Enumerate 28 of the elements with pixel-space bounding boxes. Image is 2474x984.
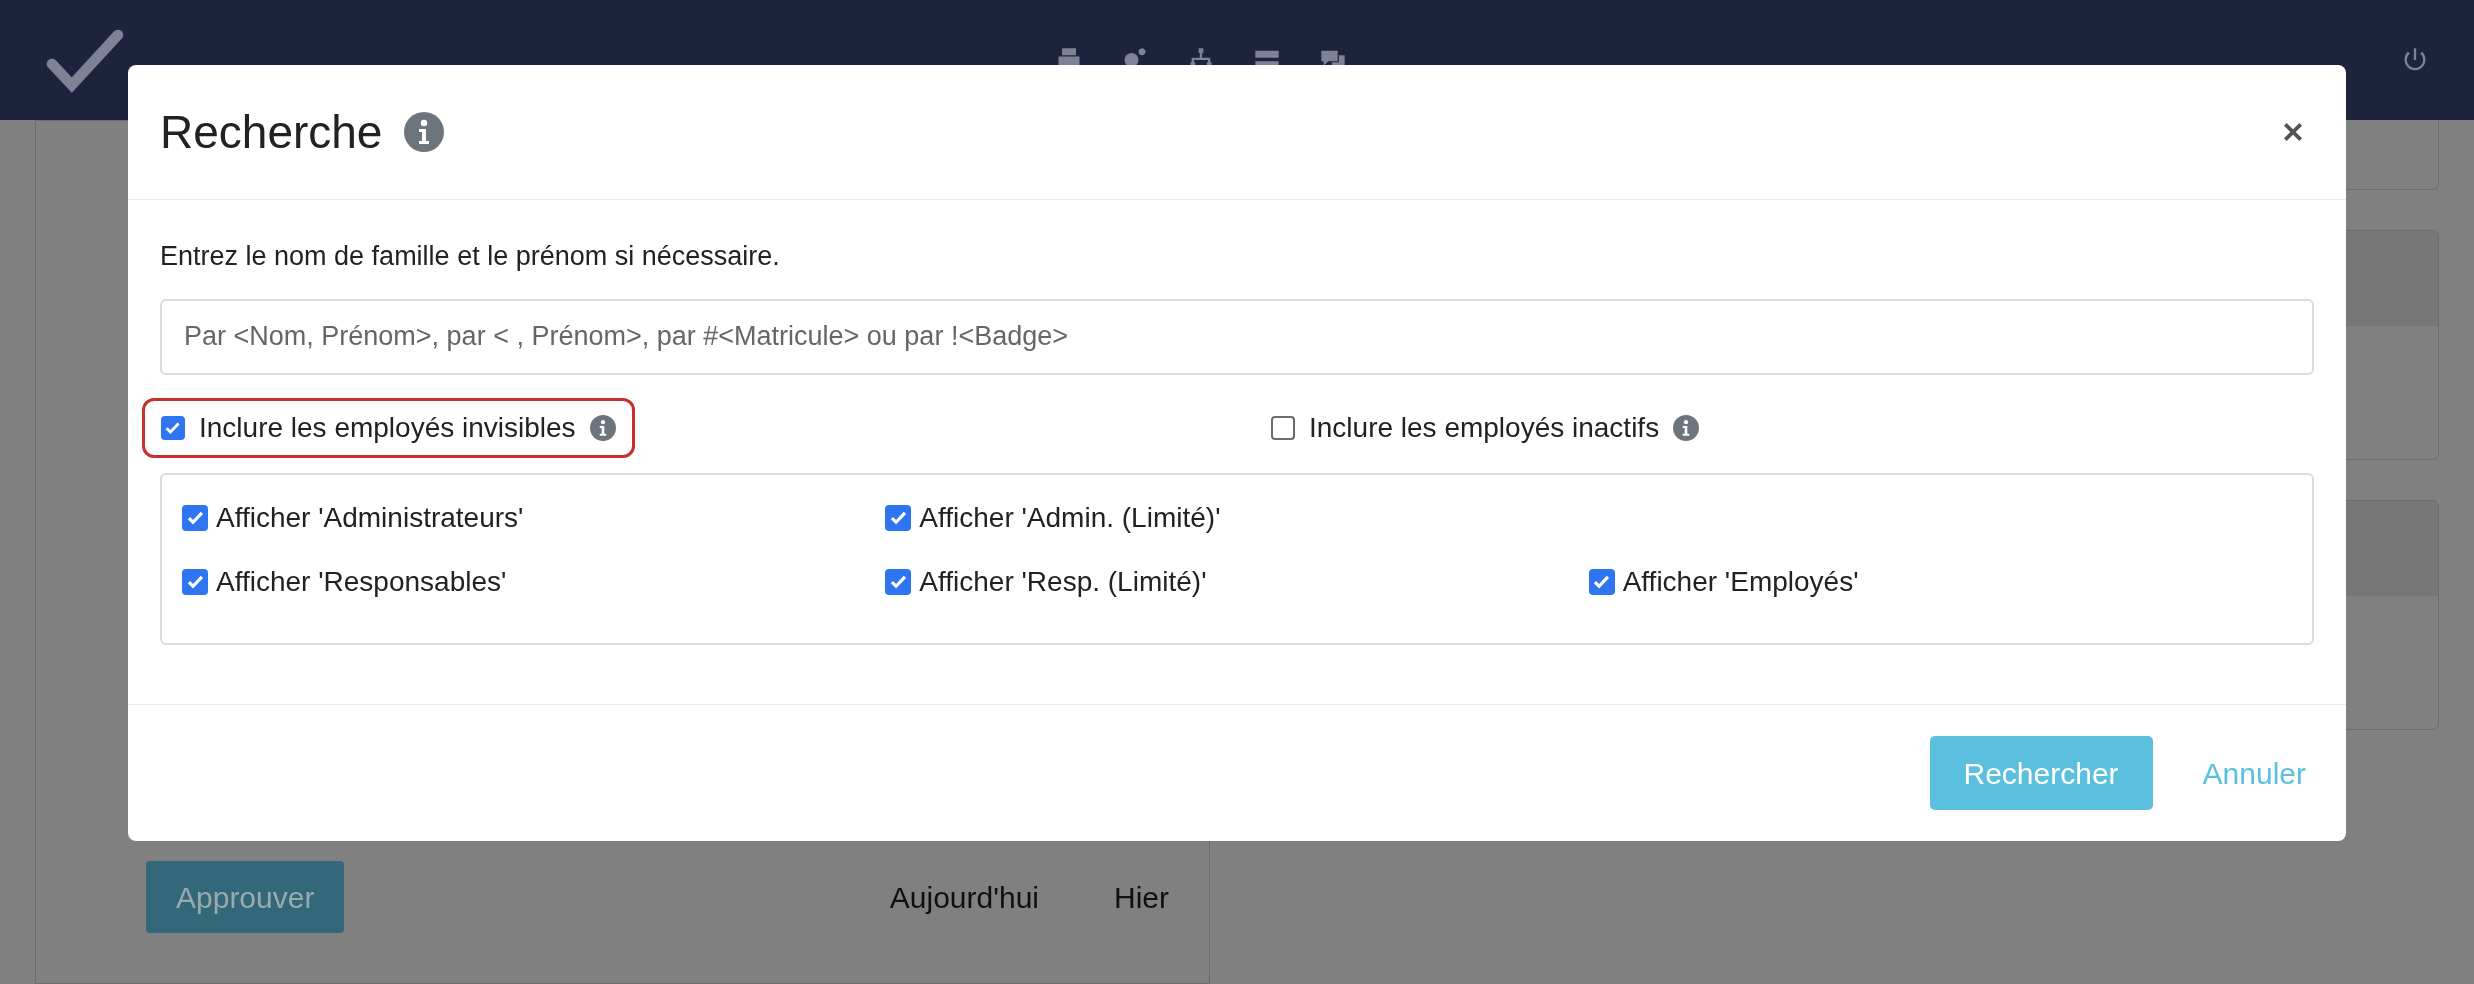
option-label: Inclure les employés invisibles [199, 410, 576, 445]
info-icon [589, 414, 616, 441]
filter-label: Afficher 'Responsables' [216, 564, 507, 599]
date-link[interactable]: Aujourd'hui [889, 874, 1039, 920]
option-label: Inclure les employés inactifs [1309, 410, 1660, 445]
checkbox[interactable] [182, 504, 208, 531]
checkbox[interactable] [885, 504, 912, 531]
info-icon [404, 112, 445, 152]
dialog-title: Recherche [160, 104, 383, 160]
search-button[interactable]: Rechercher [1929, 736, 2153, 810]
date-link[interactable]: Hier [1114, 874, 1169, 920]
filter-label: Afficher 'Employés' [1622, 564, 1859, 599]
info-icon [1673, 414, 1700, 441]
close-icon [2282, 121, 2304, 143]
search-field[interactable]: Par <Nom, Prénom>, par < , Prénom>, par #<Matricule> ou par !<Badge> [160, 298, 2314, 375]
checkbox[interactable] [1271, 415, 1295, 440]
instructions: Entrez le nom de famille et le prénom si nécessaire. [160, 240, 781, 273]
filter-label: Afficher 'Admin. (Limité)' [919, 500, 1221, 535]
checkbox[interactable] [161, 415, 185, 440]
checkbox[interactable] [1588, 568, 1615, 595]
logo-icon [45, 27, 125, 93]
cancel-link[interactable]: Annuler [2202, 750, 2306, 796]
approve-button[interactable]: Approuver [146, 861, 345, 933]
checkbox[interactable] [182, 568, 208, 595]
filter-label: Afficher 'Resp. (Limité)' [919, 564, 1207, 599]
close-button[interactable] [2282, 121, 2304, 143]
checkbox[interactable] [885, 568, 912, 595]
filter-label: Afficher 'Administrateurs' [216, 500, 524, 535]
